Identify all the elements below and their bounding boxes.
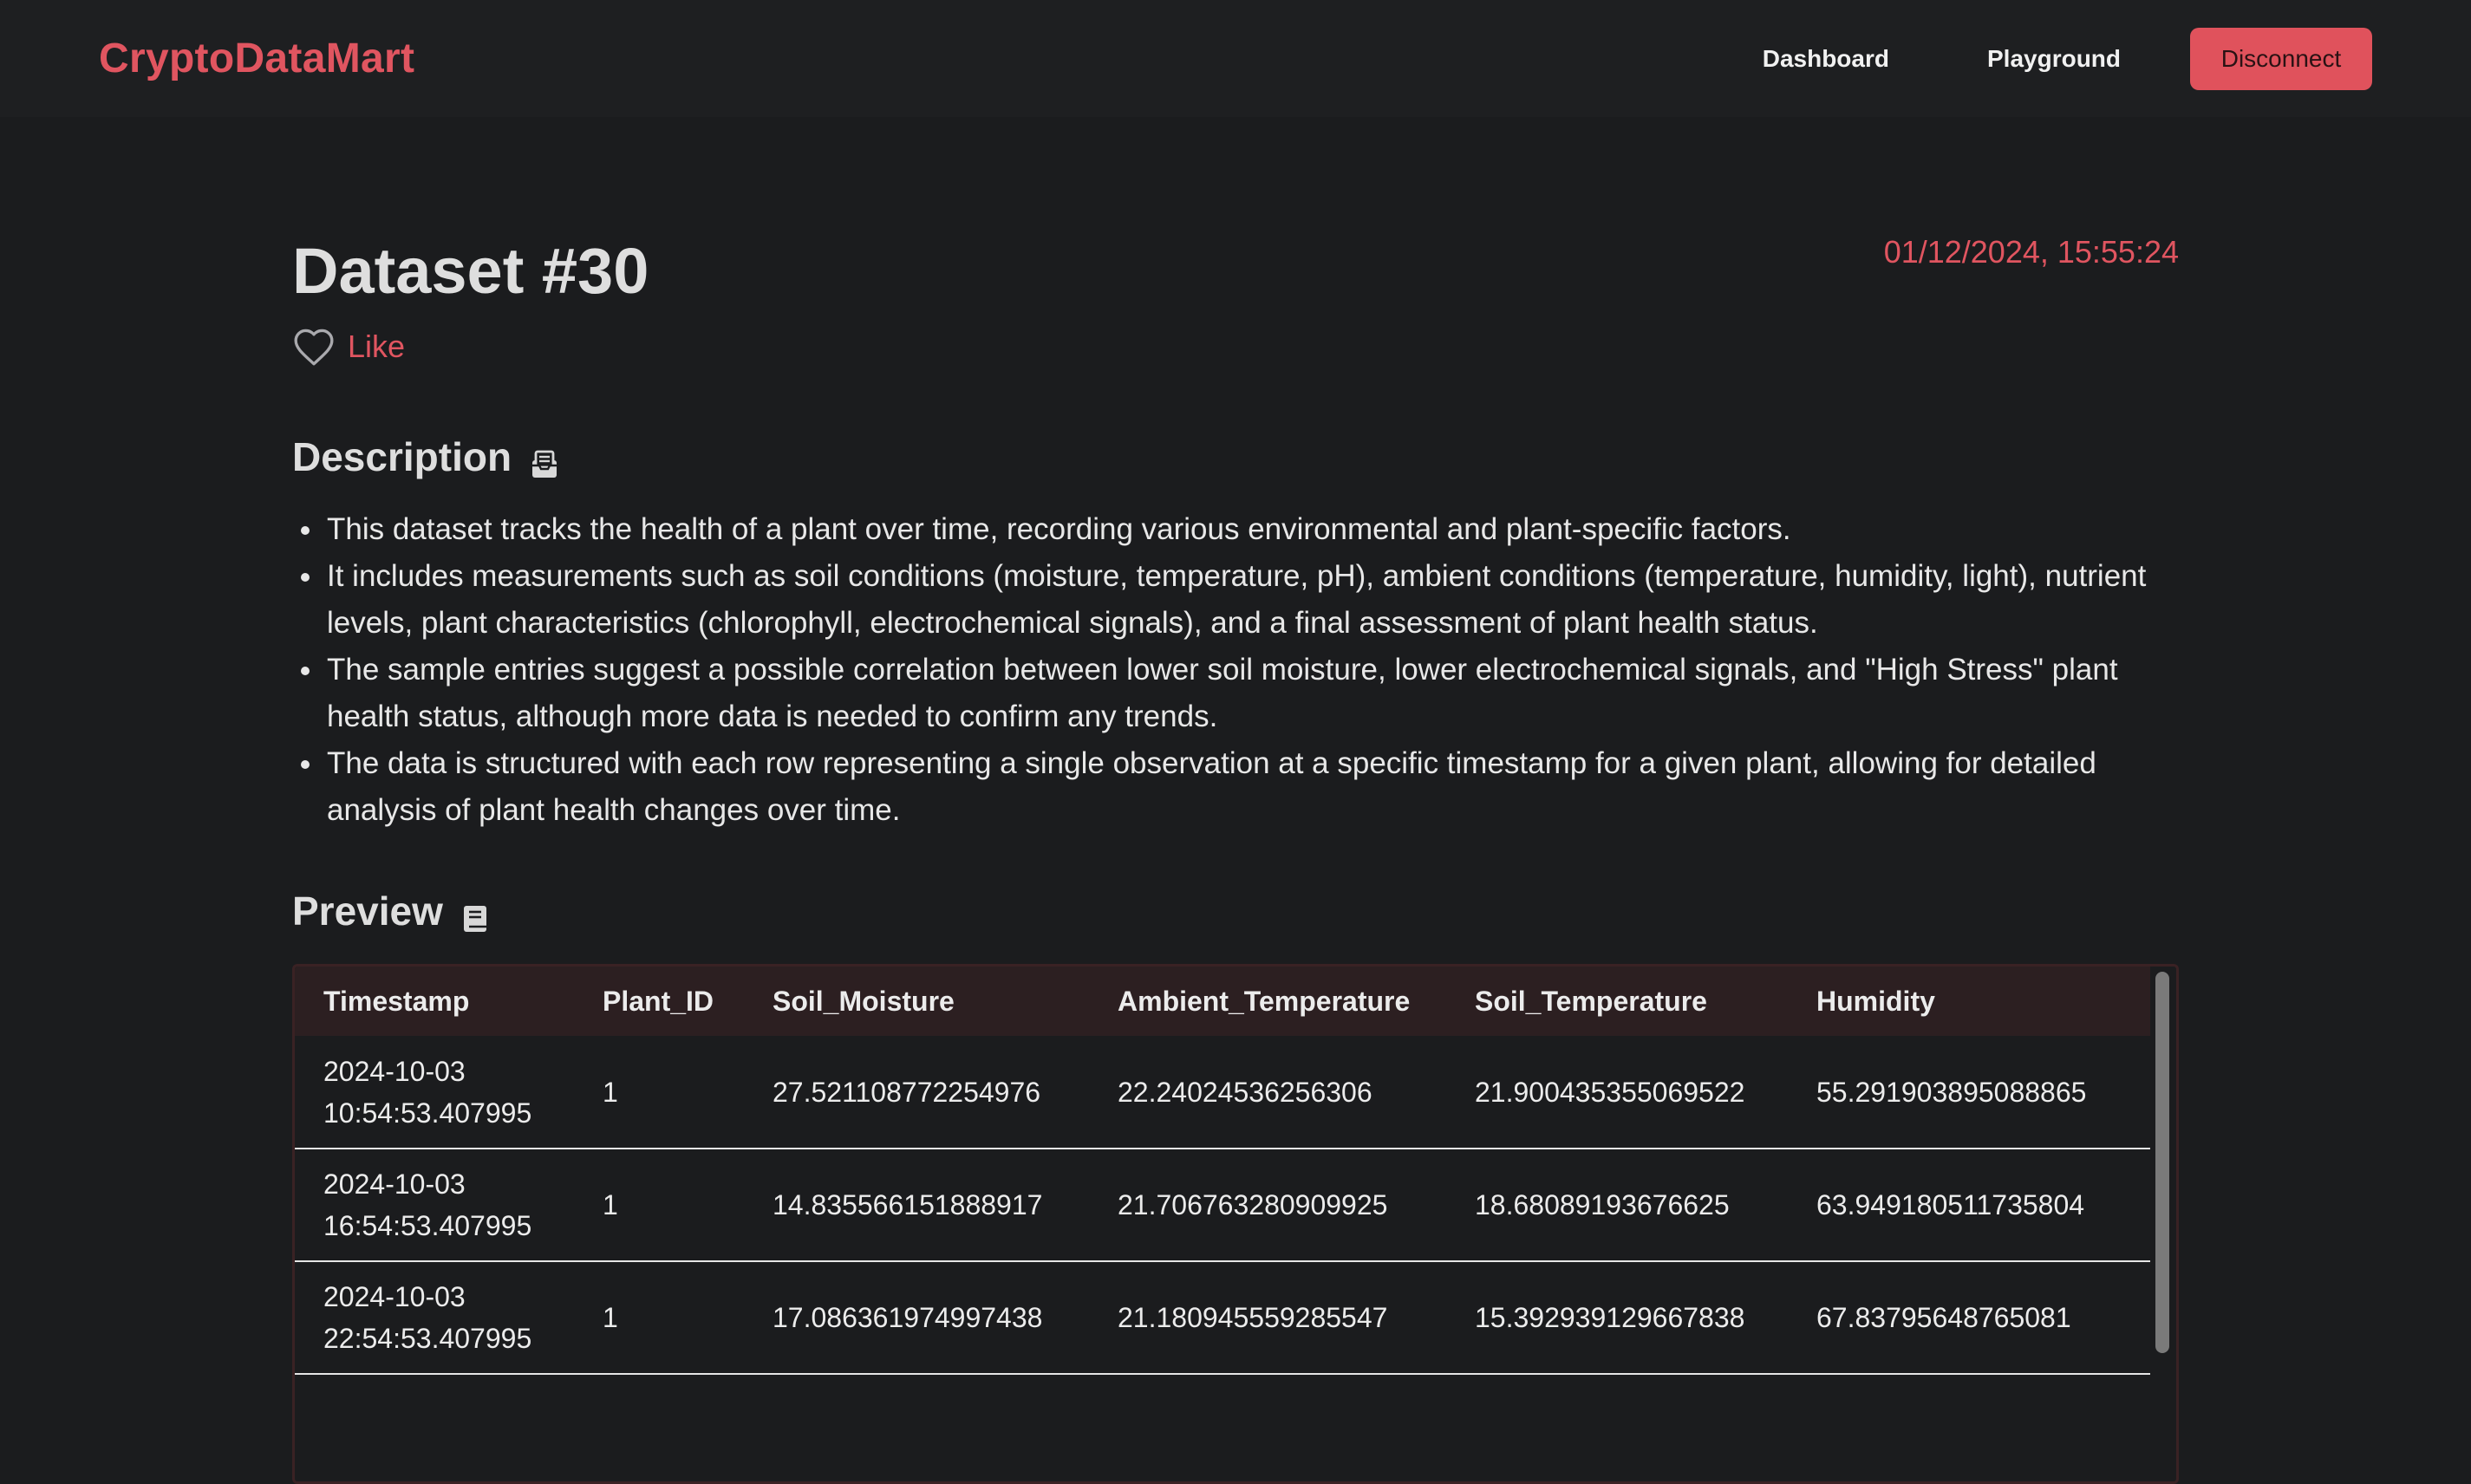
- table-row: 2024-10-03 16:54:53.407995 1 14.83556615…: [295, 1149, 2150, 1262]
- description-list: This dataset tracks the health of a plan…: [292, 506, 2179, 834]
- cell-soil-moisture: 14.835566151888917: [744, 1149, 1089, 1262]
- description-heading-text: Description: [292, 434, 512, 479]
- brand-logo[interactable]: CryptoDataMart: [99, 35, 414, 82]
- cell-humidity: 63.949180511735804: [1788, 1149, 2150, 1262]
- table-header-row: Timestamp Plant_ID Soil_Moisture Ambient…: [295, 967, 2150, 1036]
- description-heading: Description: [292, 433, 2179, 480]
- cell-timestamp: 2024-10-03 22:54:53.407995: [295, 1261, 574, 1375]
- top-navbar: CryptoDataMart Dashboard Playground Disc…: [0, 0, 2471, 117]
- cell-soil-temperature: 15.392939129667838: [1446, 1261, 1788, 1375]
- inbox-icon: [531, 442, 558, 478]
- column-header-timestamp: Timestamp: [323, 985, 470, 1017]
- column-header-plant-id: Plant_ID: [603, 985, 714, 1017]
- description-section: Description This dataset tracks the heal…: [292, 433, 2179, 834]
- cell-plant-id: 1: [574, 1261, 744, 1375]
- nav-links: Dashboard Playground Disconnect: [1763, 27, 2372, 90]
- preview-heading: Preview: [292, 888, 2179, 934]
- cell-timestamp: 2024-10-03 16:54:53.407995: [295, 1149, 574, 1262]
- nav-link-playground[interactable]: Playground: [1987, 45, 2121, 73]
- description-item: This dataset tracks the health of a plan…: [292, 506, 2179, 553]
- disconnect-button[interactable]: Disconnect: [2190, 27, 2372, 90]
- preview-table-container[interactable]: Timestamp Plant_ID Soil_Moisture Ambient…: [292, 964, 2179, 1484]
- page-title: Dataset #30: [292, 235, 649, 307]
- column-header-humidity: Humidity: [1816, 985, 1935, 1017]
- cell-plant-id: 1: [574, 1149, 744, 1262]
- dataset-timestamp: 01/12/2024, 15:55:24: [1883, 234, 2179, 270]
- cell-ambient-temperature: 21.180945559285547: [1089, 1261, 1446, 1375]
- heart-icon: [292, 327, 336, 367]
- description-item: The sample entries suggest a possible co…: [292, 647, 2179, 740]
- cell-ambient-temperature: 22.24024536256306: [1089, 1036, 1446, 1149]
- cell-ambient-temperature: 21.706763280909925: [1089, 1149, 1446, 1262]
- description-item: The data is structured with each row rep…: [292, 740, 2179, 834]
- preview-table: Timestamp Plant_ID Soil_Moisture Ambient…: [295, 967, 2150, 1375]
- table-scrollbar[interactable]: [2155, 972, 2169, 1353]
- table-row: 2024-10-03 22:54:53.407995 1 17.08636197…: [295, 1261, 2150, 1375]
- cell-soil-moisture: 27.521108772254976: [744, 1036, 1089, 1149]
- title-row: Dataset #30 01/12/2024, 15:55:24: [292, 199, 2179, 312]
- cell-timestamp: 2024-10-03 10:54:53.407995: [295, 1036, 574, 1149]
- cell-soil-moisture: 17.086361974997438: [744, 1261, 1089, 1375]
- preview-section: Preview Timestamp Plant_ID Soil_Moisture: [292, 888, 2179, 1484]
- description-item: It includes measurements such as soil co…: [292, 553, 2179, 647]
- preview-heading-text: Preview: [292, 888, 443, 934]
- cell-humidity: 67.83795648765081: [1788, 1261, 2150, 1375]
- column-header-ambient-temperature: Ambient_Temperature: [1118, 985, 1411, 1017]
- table-row: 2024-10-03 10:54:53.407995 1 27.52110877…: [295, 1036, 2150, 1149]
- cell-soil-temperature: 21.900435355069522: [1446, 1036, 1788, 1149]
- like-button[interactable]: Like: [292, 321, 2179, 373]
- cell-plant-id: 1: [574, 1036, 744, 1149]
- like-label: Like: [348, 329, 406, 364]
- nav-link-dashboard[interactable]: Dashboard: [1763, 45, 1889, 73]
- column-header-soil-temperature: Soil_Temperature: [1475, 985, 1707, 1017]
- cell-humidity: 55.291903895088865: [1788, 1036, 2150, 1149]
- book-icon: [462, 896, 490, 932]
- cell-soil-temperature: 18.68089193676625: [1446, 1149, 1788, 1262]
- column-header-soil-moisture: Soil_Moisture: [773, 985, 955, 1017]
- dataset-detail: Dataset #30 01/12/2024, 15:55:24 Like De…: [292, 199, 2179, 1484]
